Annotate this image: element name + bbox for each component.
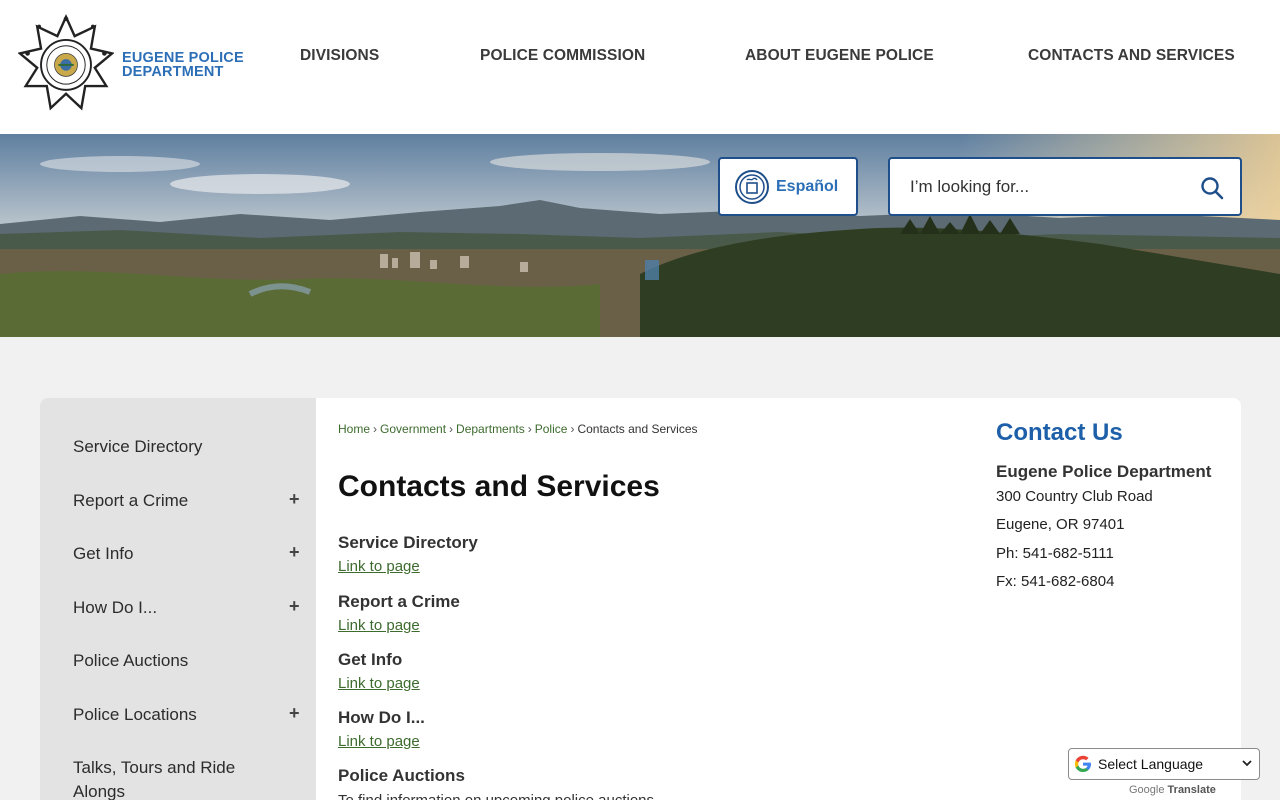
breadcrumb: Home › Government › Departments › Police › Conta… (338, 422, 698, 436)
language-select-label: Select Language (1098, 756, 1204, 772)
search-input[interactable] (910, 176, 1190, 198)
contact-title: Contact Us (996, 419, 1123, 446)
service-title: How Do I... (338, 708, 425, 727)
breadcrumb-separator: › (449, 422, 454, 436)
service-title: Report a Crime (338, 592, 460, 611)
service-link[interactable]: Link to page (338, 617, 420, 634)
sidebar-item-service-directory[interactable]: Service Directory (73, 435, 313, 459)
logo-line-2: DEPARTMENT (122, 64, 224, 80)
breadcrumb-current: Contacts and Services (577, 422, 698, 436)
nav-divisions[interactable]: DIVISIONS (300, 47, 379, 65)
breadcrumb-separator: › (373, 422, 378, 436)
nav-police-commission[interactable]: POLICE COMMISSION (480, 47, 645, 65)
contact-address-line-1: 300 Country Club Road (996, 488, 1153, 505)
espanol-button[interactable]: Español (718, 157, 858, 216)
sidebar-item-report-a-crime[interactable]: Report a Crime (73, 489, 313, 513)
nav-contacts-and-services[interactable]: CONTACTS AND SERVICES (1028, 47, 1235, 65)
contact-fax: Fx: 541-682-6804 (996, 573, 1115, 590)
page-title: Contacts and Services (338, 470, 660, 503)
expand-report-a-crime-icon[interactable]: + (289, 489, 300, 510)
service-title: Police Auctions (338, 766, 465, 785)
contact-phone: Ph: 541-682-5111 (996, 545, 1114, 562)
powered-by-google-translate[interactable]: Google Translate (1129, 784, 1216, 796)
contact-address-line-2: Eugene, OR 97401 (996, 516, 1125, 533)
contact-org-name: Eugene Police Department (996, 462, 1212, 481)
breadcrumb-government[interactable]: Government (380, 422, 446, 436)
espanol-label: Español (776, 177, 839, 195)
breadcrumb-separator: › (527, 422, 532, 436)
sidebar-item-how-do-i[interactable]: How Do I... (73, 596, 313, 620)
site-header: EUGENE POLICE DEPARTMENT DIVISIONS POLIC… (0, 0, 1280, 134)
google-g-icon (1074, 755, 1091, 772)
expand-how-do-i-icon[interactable]: + (289, 596, 300, 617)
chevron-down-icon (1242, 760, 1252, 767)
sidebar: Service Directory Report a Crime + Get I… (40, 398, 316, 800)
sidebar-item-get-info[interactable]: Get Info (73, 542, 313, 566)
sidebar-item-police-locations[interactable]: Police Locations (73, 703, 313, 727)
service-title: Get Info (338, 650, 403, 669)
service-description: To find information on upcoming police a… (338, 792, 654, 800)
service-link[interactable]: Link to page (338, 675, 420, 692)
breadcrumb-police[interactable]: Police (535, 422, 568, 436)
content-card: Service Directory Report a Crime + Get I… (40, 398, 1241, 800)
service-link[interactable]: Link to page (338, 733, 420, 750)
search-icon[interactable] (1200, 176, 1224, 200)
expand-police-locations-icon[interactable]: + (289, 703, 300, 724)
powered-google: Google (1129, 784, 1165, 796)
service-title: Service Directory (338, 533, 478, 552)
service-link[interactable]: Link to page (338, 558, 420, 575)
breadcrumb-departments[interactable]: Departments (456, 422, 525, 436)
expand-get-info-icon[interactable]: + (289, 542, 300, 563)
breadcrumb-separator: › (570, 422, 575, 436)
language-select[interactable]: Select Language (1068, 748, 1260, 780)
sidebar-item-talks-tours-ride-alongs[interactable]: Talks, Tours and Ride Alongs (73, 756, 263, 800)
site-search (888, 157, 1242, 216)
sidebar-item-police-auctions[interactable]: Police Auctions (73, 649, 313, 673)
nav-about-eugene-police[interactable]: ABOUT EUGENE POLICE (745, 47, 934, 65)
powered-translate: Translate (1167, 784, 1216, 796)
breadcrumb-home[interactable]: Home (338, 422, 370, 436)
language-globe-icon (735, 169, 769, 204)
main-nav: DIVISIONS POLICE COMMISSION ABOUT EUGENE… (0, 47, 1280, 67)
